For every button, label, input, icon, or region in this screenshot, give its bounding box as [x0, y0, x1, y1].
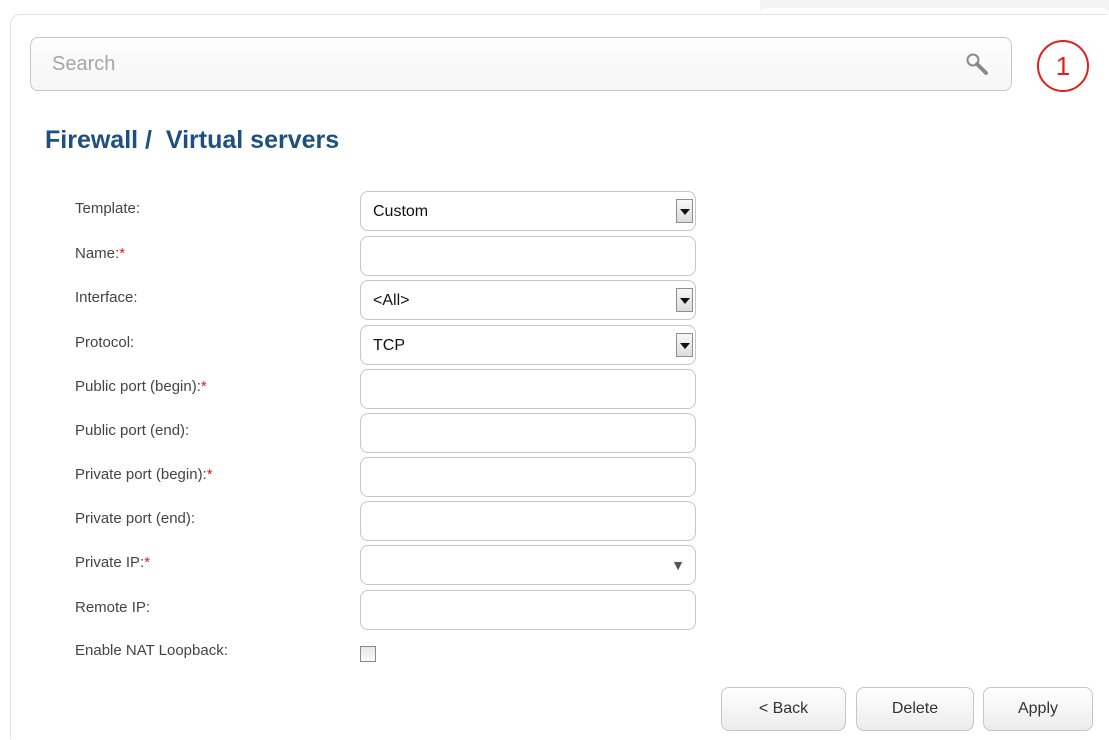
notification-count: 1: [1037, 40, 1089, 92]
private-ip-row: Private IP:* ▼: [75, 545, 715, 585]
private-port-begin-box: [360, 457, 696, 497]
chevron-down-icon[interactable]: [676, 199, 693, 223]
search-bar: [30, 37, 1012, 91]
protocol-label: Protocol:: [75, 334, 135, 351]
chevron-down-icon[interactable]: [676, 288, 693, 312]
nat-loopback-row: Enable NAT Loopback:: [75, 640, 715, 680]
public-port-end-label: Public port (end):: [75, 422, 190, 439]
template-value: Custom: [373, 203, 429, 220]
chevron-down-icon[interactable]: [676, 333, 693, 357]
private-ip-combo: ▼: [360, 545, 696, 585]
private-port-end-box: [360, 501, 696, 541]
public-port-begin-box: [360, 369, 696, 409]
remote-ip-box: [360, 590, 696, 630]
public-port-begin-label: Public port (begin):*: [75, 378, 207, 395]
interface-select[interactable]: <All>: [360, 280, 696, 320]
public-port-end-box: [360, 413, 696, 453]
delete-button[interactable]: Delete: [856, 687, 974, 731]
private-port-begin-row: Private port (begin):*: [75, 457, 715, 497]
private-port-begin-field[interactable]: [361, 458, 695, 496]
name-field-box: [360, 236, 696, 276]
public-port-end-row: Public port (end):: [75, 413, 715, 453]
public-port-begin-field[interactable]: [361, 370, 695, 408]
required-marker: *: [144, 554, 151, 571]
back-button[interactable]: < Back: [721, 687, 846, 731]
protocol-select[interactable]: TCP: [360, 325, 696, 365]
template-select[interactable]: Custom: [360, 191, 696, 231]
template-row: Template: Custom: [75, 191, 715, 231]
caret-down-icon[interactable]: ▼: [671, 557, 685, 573]
apply-button[interactable]: Apply: [983, 687, 1093, 731]
page-title: Firewall / Virtual servers: [45, 126, 340, 154]
private-port-end-field[interactable]: [361, 502, 695, 540]
required-marker: *: [206, 466, 213, 483]
search-input[interactable]: [32, 39, 952, 89]
required-marker: *: [200, 378, 207, 395]
name-field[interactable]: [361, 237, 695, 275]
required-marker: *: [119, 245, 126, 262]
private-port-end-row: Private port (end):: [75, 501, 715, 541]
template-label: Template:: [75, 200, 141, 217]
name-row: Name:*: [75, 236, 715, 276]
nat-loopback-checkbox[interactable]: [360, 646, 376, 662]
interface-value: <All>: [373, 292, 410, 309]
private-port-begin-label: Private port (begin):*: [75, 466, 213, 483]
remote-ip-label: Remote IP:: [75, 599, 151, 616]
public-port-end-field[interactable]: [361, 414, 695, 452]
protocol-value: TCP: [373, 337, 405, 354]
interface-label: Interface:: [75, 289, 138, 306]
nat-loopback-label: Enable NAT Loopback:: [75, 642, 228, 659]
private-ip-label: Private IP:*: [75, 554, 151, 571]
private-port-end-label: Private port (end):: [75, 510, 196, 527]
public-port-begin-row: Public port (begin):*: [75, 369, 715, 409]
remote-ip-field[interactable]: [361, 591, 695, 629]
protocol-row: Protocol: TCP: [75, 325, 715, 365]
top-tab-edge: [760, 0, 1109, 14]
interface-row: Interface: <All>: [75, 280, 715, 320]
remote-ip-row: Remote IP:: [75, 590, 715, 630]
private-ip-field[interactable]: [361, 546, 695, 584]
name-label: Name:*: [75, 245, 126, 262]
notification-indicator[interactable]: 1: [1037, 40, 1091, 94]
search-icon[interactable]: [965, 52, 989, 76]
